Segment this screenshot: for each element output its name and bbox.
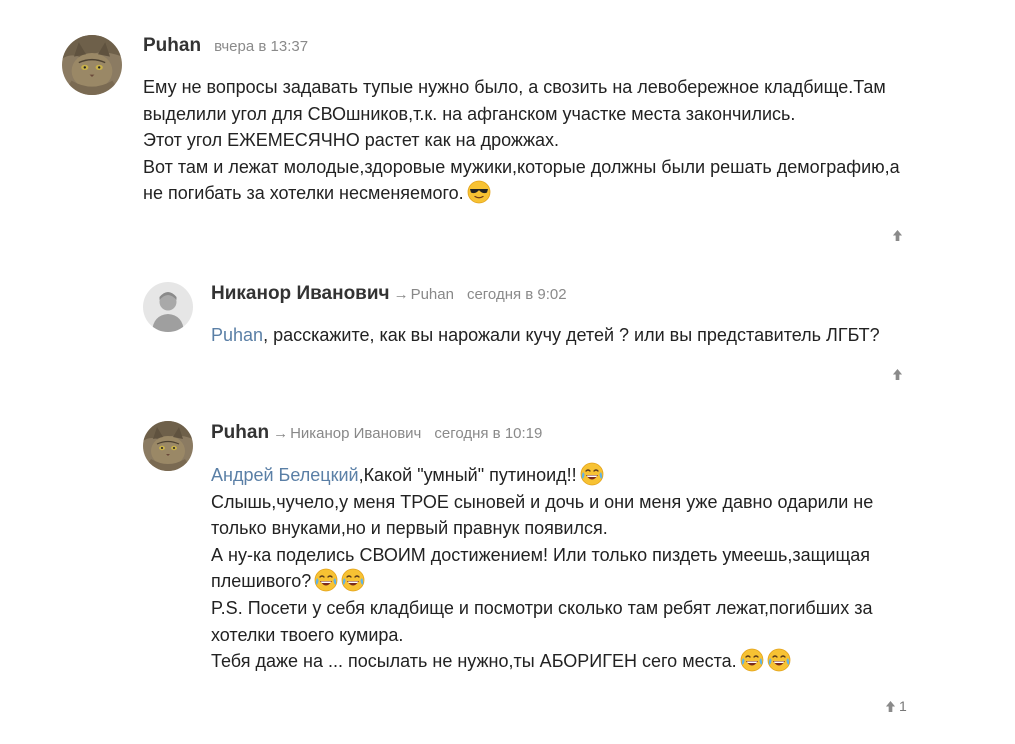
comment-header: Puhan вчера в 13:37 bbox=[143, 35, 308, 57]
comment-header: Никанор Иванович → Puhan сегодня в 9:02 bbox=[211, 283, 567, 305]
author-name[interactable]: Puhan bbox=[211, 422, 269, 444]
vote-up-icon bbox=[892, 229, 903, 242]
laughing-crying-emoji-icon bbox=[314, 568, 338, 592]
text-line: ,Какой "умный" путиноид!! bbox=[358, 465, 577, 485]
reply-to-link[interactable]: Никанор Иванович bbox=[290, 425, 421, 442]
vote-up-icon bbox=[892, 368, 903, 381]
vote-up-button[interactable] bbox=[892, 229, 906, 242]
avatar[interactable] bbox=[143, 421, 193, 471]
mention-link[interactable]: Андрей Белецкий bbox=[211, 465, 359, 485]
mention-link[interactable]: Puhan bbox=[211, 325, 263, 345]
comment-text: Puhan, расскажите, как вы нарожали кучу … bbox=[211, 322, 880, 349]
text-line: выделили угол для СВОшников,т.к. на афга… bbox=[143, 103, 796, 124]
text-line: хотелки твоего кумира. bbox=[211, 624, 404, 645]
laughing-crying-emoji-icon bbox=[341, 568, 365, 592]
comment-date[interactable]: сегодня в 10:19 bbox=[434, 425, 542, 442]
text-line: плешивого? bbox=[211, 571, 312, 592]
text-line-with-mention: Андрей Белецкий,Какой "умный" путиноид!! bbox=[211, 462, 873, 489]
laughing-crying-emoji-icon bbox=[740, 648, 764, 672]
comment-header: Puhan → Никанор Иванович сегодня в 10:19 bbox=[211, 422, 542, 444]
comment-text: Ему не вопросы задавать тупые нужно было… bbox=[143, 74, 900, 207]
text-line-with-emoji: не погибать за хотелки несменяемого. bbox=[143, 180, 900, 207]
text-line: А ну-ка поделись СВОИМ достижением! Или … bbox=[211, 544, 871, 565]
reply-arrow: → bbox=[393, 286, 409, 303]
text-line: Ему не вопросы задавать тупые нужно было… bbox=[143, 77, 886, 97]
sunglasses-emoji-icon bbox=[467, 180, 491, 204]
laughing-crying-emoji-icon bbox=[580, 462, 604, 486]
vote-up-button[interactable]: 1 bbox=[885, 698, 907, 714]
text-line: не погибать за хотелки несменяемого. bbox=[143, 183, 464, 204]
comment-text: Андрей Белецкий,Какой "умный" путиноид!!… bbox=[211, 462, 873, 675]
comment-date[interactable]: вчера в 13:37 bbox=[214, 38, 308, 55]
avatar[interactable] bbox=[143, 282, 193, 332]
comment-date[interactable]: сегодня в 9:02 bbox=[467, 286, 567, 303]
text-line-with-mention: Puhan, расскажите, как вы нарожали кучу … bbox=[211, 322, 880, 349]
avatar[interactable] bbox=[62, 35, 122, 95]
author-name[interactable]: Puhan bbox=[143, 35, 201, 57]
text-line: Слышь,чучело,у меня ТРОЕ сыновей и дочь … bbox=[211, 491, 874, 512]
text-line-with-emoji: плешивого? bbox=[211, 568, 873, 595]
text-line-with-emoji: Тебя даже на ... посылать не нужно,ты АБ… bbox=[211, 648, 873, 675]
vote-up-button[interactable] bbox=[892, 368, 906, 381]
author-name[interactable]: Никанор Иванович bbox=[211, 283, 390, 305]
reply-arrow: → bbox=[273, 425, 289, 442]
text-line: Этот угол ЕЖЕМЕСЯЧНО растет как на дрожж… bbox=[143, 130, 560, 151]
text-line: P.S. Посети у себя кладбище и посмотри с… bbox=[211, 597, 873, 618]
text-line: Вот там и лежат молодые,здоровые мужики,… bbox=[143, 156, 900, 177]
text-line: , расскажите, как вы нарожали кучу детей… bbox=[263, 325, 880, 345]
text-line: только внуками,но и первый правнук появи… bbox=[211, 518, 608, 539]
vote-count: 1 bbox=[899, 698, 907, 714]
reply-to-link[interactable]: Puhan bbox=[411, 286, 454, 303]
laughing-crying-emoji-icon bbox=[767, 648, 791, 672]
vote-up-icon bbox=[885, 700, 896, 713]
text-line: Тебя даже на ... посылать не нужно,ты АБ… bbox=[211, 651, 737, 672]
